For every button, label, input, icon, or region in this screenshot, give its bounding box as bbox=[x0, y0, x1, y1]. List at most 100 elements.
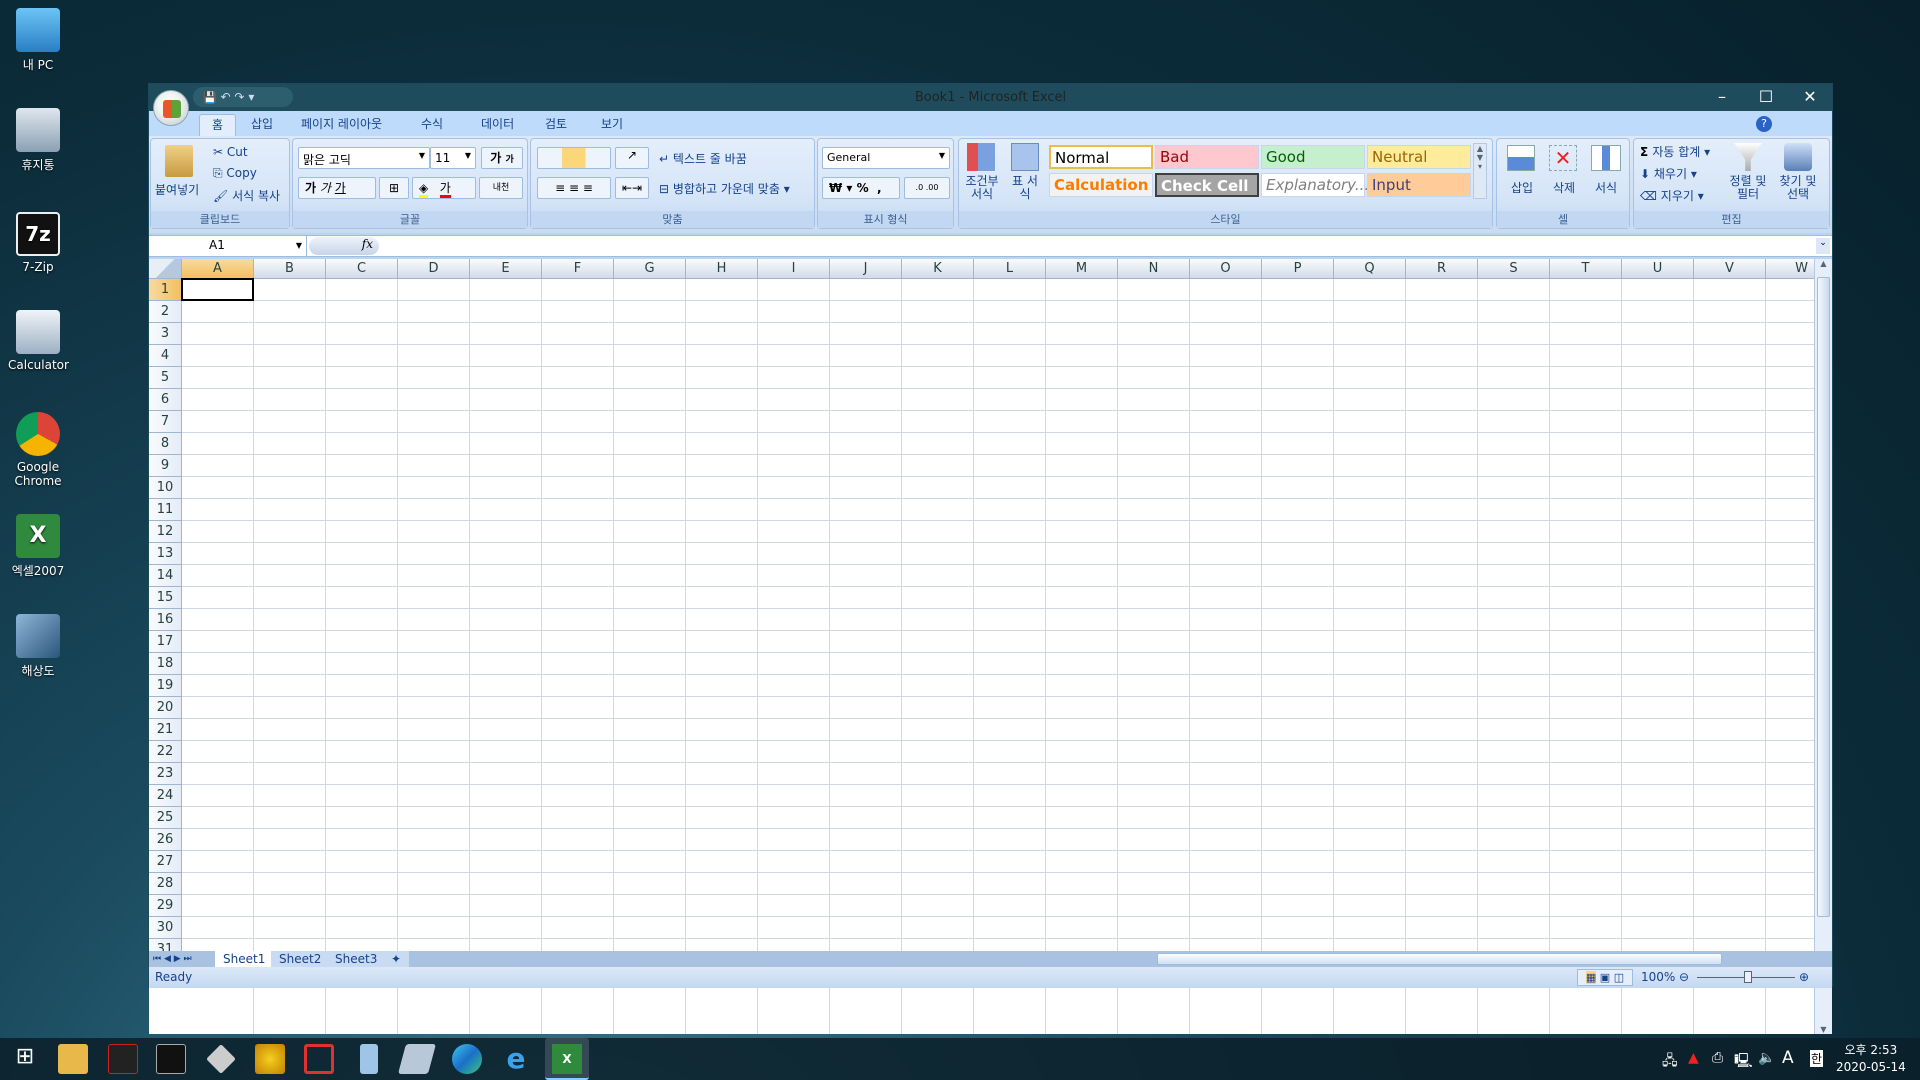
format-painter-button[interactable]: 🖌 서식 복사 bbox=[213, 187, 280, 204]
row-header-18[interactable]: 18 bbox=[149, 653, 182, 675]
number-format-select[interactable]: General ▼ bbox=[822, 147, 950, 169]
vertical-scroll-thumb[interactable] bbox=[1817, 277, 1830, 917]
network-icon[interactable]: 🖧 bbox=[1662, 1050, 1678, 1074]
delete-cells-button[interactable]: 삭제 bbox=[1553, 179, 1575, 196]
desktop-icon-resolution[interactable]: 해상도 bbox=[8, 614, 68, 679]
zoom-slider-thumb[interactable] bbox=[1744, 971, 1752, 983]
shrink-font-button[interactable]: 가 bbox=[505, 155, 513, 165]
column-header-F[interactable]: F bbox=[542, 259, 614, 279]
start-button[interactable]: ⊞ bbox=[10, 1044, 40, 1074]
row-header-26[interactable]: 26 bbox=[149, 829, 182, 851]
desktop-icon-excel2007[interactable]: X 엑셀2007 bbox=[8, 514, 68, 579]
scroll-up-icon[interactable]: ▲ bbox=[1815, 259, 1832, 275]
horizontal-scroll-thumb[interactable] bbox=[1157, 953, 1722, 965]
insert-cells-button[interactable]: 삽입 bbox=[1511, 179, 1533, 196]
row-header-1[interactable]: 1 bbox=[149, 279, 182, 301]
cell-style-good[interactable]: Good bbox=[1261, 145, 1365, 169]
row-header-28[interactable]: 28 bbox=[149, 873, 182, 895]
decimal-buttons[interactable]: .0 .00 bbox=[904, 177, 950, 199]
row-header-21[interactable]: 21 bbox=[149, 719, 182, 741]
tab-home[interactable]: 홈 bbox=[199, 114, 237, 136]
sheet-tab-1[interactable]: Sheet1 bbox=[215, 951, 274, 967]
row-header-16[interactable]: 16 bbox=[149, 609, 182, 631]
row-header-19[interactable]: 19 bbox=[149, 675, 182, 697]
cut-button[interactable]: ✂ Cut bbox=[213, 145, 248, 159]
currency-button[interactable]: ₩ bbox=[829, 181, 842, 195]
cell-style-bad[interactable]: Bad bbox=[1155, 145, 1259, 169]
language-indicator[interactable]: 한 bbox=[1810, 1050, 1824, 1067]
zoom-level[interactable]: 100% bbox=[1641, 967, 1675, 988]
row-header-11[interactable]: 11 bbox=[149, 499, 182, 521]
cell-style-calculation[interactable]: Calculation bbox=[1049, 173, 1153, 197]
column-header-N[interactable]: N bbox=[1118, 259, 1190, 279]
row-header-12[interactable]: 12 bbox=[149, 521, 182, 543]
column-header-U[interactable]: U bbox=[1622, 259, 1694, 279]
indent-buttons[interactable]: ⇤⇥ bbox=[615, 177, 649, 199]
column-header-L[interactable]: L bbox=[974, 259, 1046, 279]
row-header-22[interactable]: 22 bbox=[149, 741, 182, 763]
row-header-25[interactable]: 25 bbox=[149, 807, 182, 829]
excel-taskbar-button[interactable]: X bbox=[545, 1038, 589, 1080]
sort-filter-button[interactable]: 정렬 및 필터 bbox=[1728, 175, 1768, 201]
clock[interactable]: 오후 2:53 2020-05-14 bbox=[1836, 1042, 1906, 1076]
tab-data[interactable]: 데이터 bbox=[469, 114, 526, 136]
internet-explorer-icon[interactable]: e bbox=[501, 1044, 531, 1074]
select-all-button[interactable] bbox=[149, 259, 182, 279]
tab-insert[interactable]: 삽입 bbox=[239, 114, 285, 136]
borders-button[interactable]: ⊞ bbox=[379, 177, 409, 199]
row-header-5[interactable]: 5 bbox=[149, 367, 182, 389]
vertical-scrollbar[interactable]: ▲ ▼ bbox=[1814, 259, 1832, 1034]
gallery-scroll[interactable]: ▲ ▼ ▾ bbox=[1473, 143, 1487, 199]
file-explorer-icon[interactable] bbox=[58, 1044, 88, 1074]
row-header-10[interactable]: 10 bbox=[149, 477, 182, 499]
clear-button[interactable]: ⌫ 지우기 ▾ bbox=[1640, 187, 1704, 204]
column-header-W[interactable]: W bbox=[1766, 259, 1814, 279]
scroll-down-icon[interactable]: ▼ bbox=[1815, 1025, 1832, 1034]
document-icon[interactable] bbox=[397, 1044, 437, 1074]
vertical-align-buttons[interactable] bbox=[537, 147, 611, 169]
tab-review[interactable]: 검토 bbox=[533, 114, 579, 136]
antivirus-icon[interactable]: ▲ bbox=[1688, 1050, 1699, 1066]
row-header-7[interactable]: 7 bbox=[149, 411, 182, 433]
row-header-14[interactable]: 14 bbox=[149, 565, 182, 587]
fill-color-icon[interactable]: ◈ bbox=[419, 181, 429, 198]
save-icon[interactable]: 💾 bbox=[203, 91, 217, 104]
column-header-B[interactable]: B bbox=[254, 259, 326, 279]
column-header-C[interactable]: C bbox=[326, 259, 398, 279]
percent-button[interactable]: % bbox=[857, 181, 869, 195]
wrap-text-button[interactable]: ↵ 텍스트 줄 바꿈 bbox=[659, 150, 747, 167]
tab-formulas[interactable]: 수식 bbox=[409, 114, 455, 136]
column-header-G[interactable]: G bbox=[614, 259, 686, 279]
lan-icon[interactable]: 🖳 bbox=[1734, 1050, 1753, 1074]
tab-view[interactable]: 보기 bbox=[589, 114, 635, 136]
undo-icon[interactable]: ↶ bbox=[221, 90, 231, 104]
autosum-button[interactable]: Σ 자동 합계 ▾ bbox=[1640, 143, 1710, 160]
desktop-icon-this-pc[interactable]: 내 PC bbox=[8, 8, 68, 73]
column-header-M[interactable]: M bbox=[1046, 259, 1118, 279]
italic-button[interactable]: 가 bbox=[320, 181, 331, 195]
column-header-S[interactable]: S bbox=[1478, 259, 1550, 279]
column-header-E[interactable]: E bbox=[470, 259, 542, 279]
row-header-6[interactable]: 6 bbox=[149, 389, 182, 411]
merge-center-button[interactable]: ⊟ 병합하고 가운데 맞춤 ▾ bbox=[659, 180, 790, 197]
fill-button[interactable]: ⬇ 채우기 ▾ bbox=[1640, 165, 1697, 182]
phonetic-button[interactable]: 내천 bbox=[479, 177, 523, 199]
cell-style-normal[interactable]: Normal bbox=[1049, 145, 1153, 169]
column-header-H[interactable]: H bbox=[686, 259, 758, 279]
minimize-button[interactable]: – bbox=[1700, 86, 1744, 108]
row-header-4[interactable]: 4 bbox=[149, 345, 182, 367]
row-header-13[interactable]: 13 bbox=[149, 543, 182, 565]
sheet-tab-3[interactable]: Sheet3 bbox=[327, 951, 386, 967]
row-header-23[interactable]: 23 bbox=[149, 763, 182, 785]
redo-icon[interactable]: ↷ bbox=[234, 90, 244, 104]
insert-sheet-button[interactable]: ✦ bbox=[383, 951, 410, 967]
column-header-R[interactable]: R bbox=[1406, 259, 1478, 279]
grid-app-icon[interactable] bbox=[304, 1044, 334, 1074]
find-select-button[interactable]: 찾기 및 선택 bbox=[1776, 175, 1820, 201]
column-header-J[interactable]: J bbox=[830, 259, 902, 279]
desktop-icon-recycle-bin[interactable]: 휴지통 bbox=[8, 108, 68, 173]
desktop-icon-calculator[interactable]: Calculator bbox=[8, 310, 69, 372]
copy-button[interactable]: ⎘ Copy bbox=[213, 166, 257, 181]
row-header-30[interactable]: 30 bbox=[149, 917, 182, 939]
row-header-27[interactable]: 27 bbox=[149, 851, 182, 873]
